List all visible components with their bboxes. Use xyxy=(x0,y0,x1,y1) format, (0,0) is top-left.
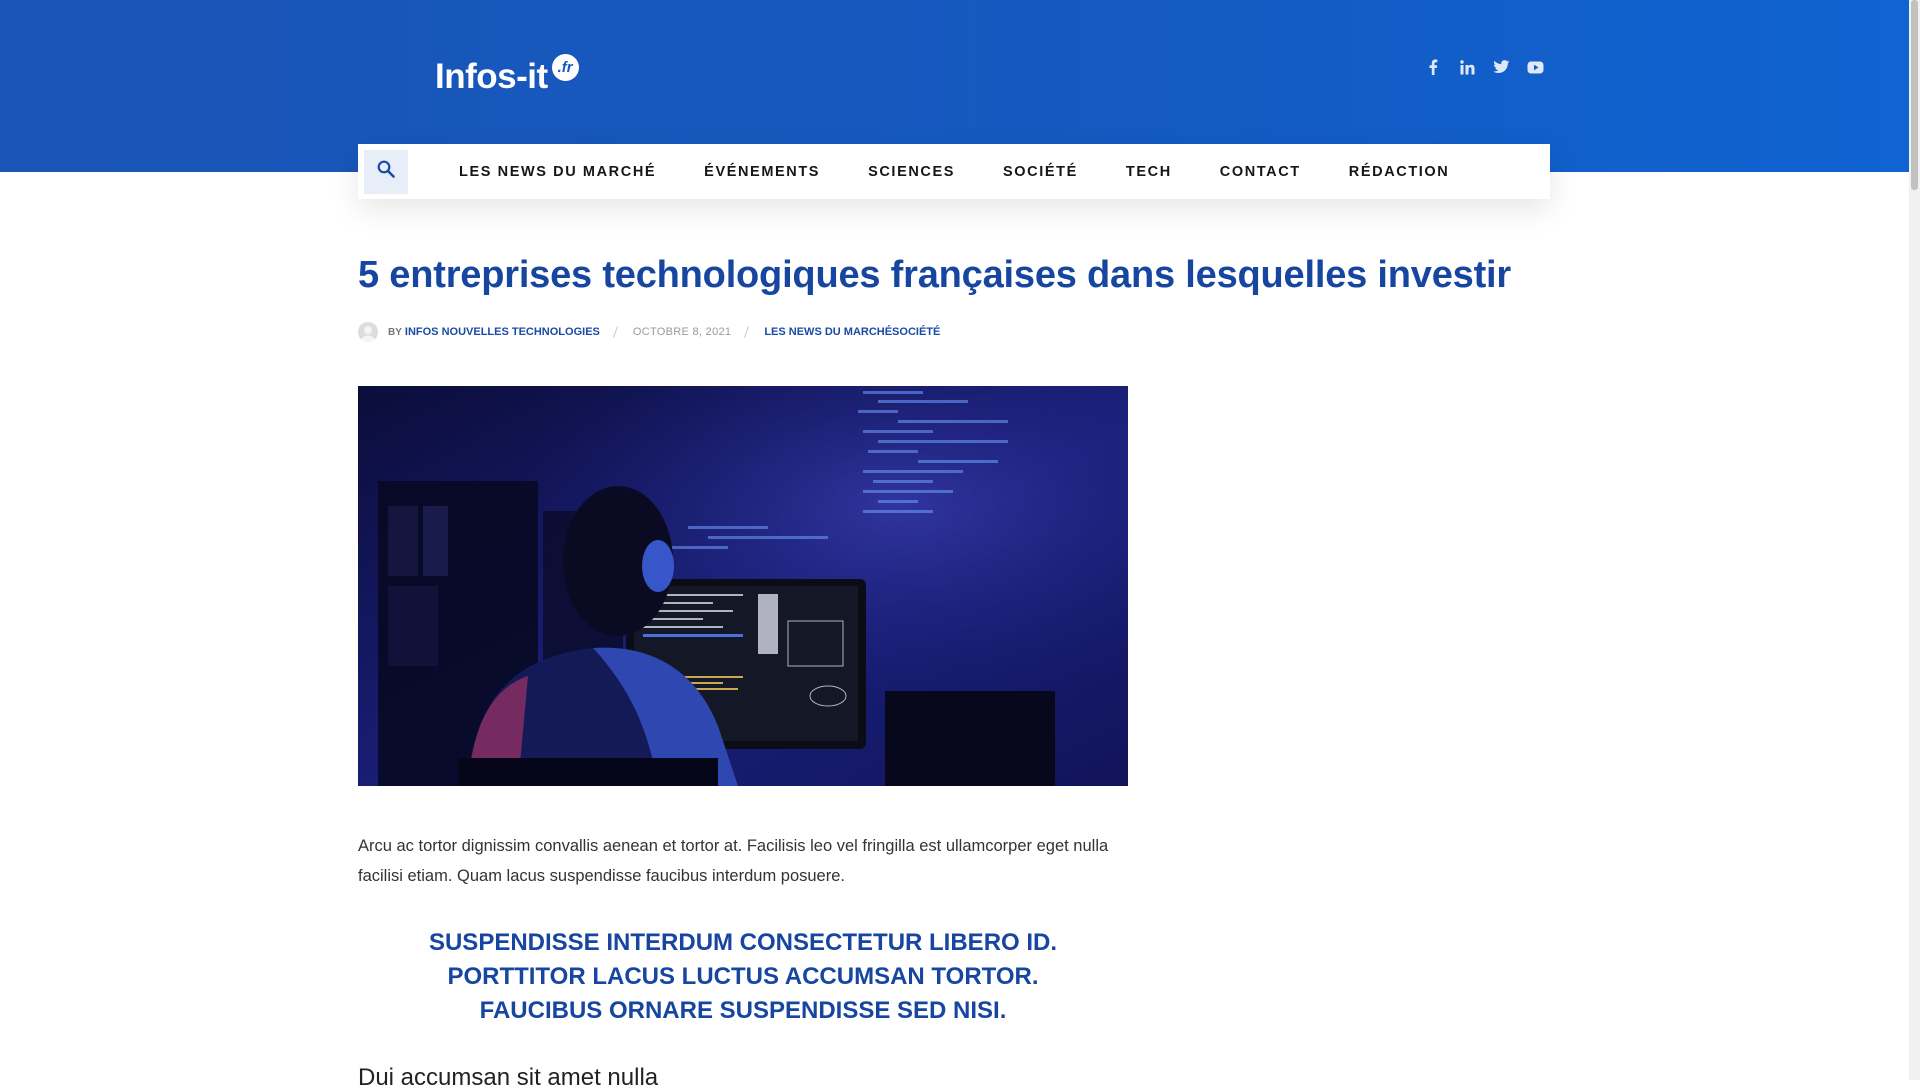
nav-item-contact[interactable]: CONTACT xyxy=(1220,164,1301,180)
main-nav: LES NEWS DU MARCHÉ ÉVÉNEMENTS SCIENCES S… xyxy=(358,144,1550,199)
nav-item-news-du-marche[interactable]: LES NEWS DU MARCHÉ xyxy=(459,164,656,180)
article-intro: Arcu ac tortor dignissim convallis aenea… xyxy=(358,837,1109,885)
article-title: 5 entreprises technologiques françaises … xyxy=(358,254,1511,296)
nav-item-redaction[interactable]: RÉDACTION xyxy=(1349,164,1450,180)
logo-badge: .fr xyxy=(551,54,579,81)
nav-menu: LES NEWS DU MARCHÉ ÉVÉNEMENTS SCIENCES S… xyxy=(459,164,1497,180)
page-scrollbar[interactable] xyxy=(1909,0,1920,1080)
nav-item-societe[interactable]: SOCIÉTÉ xyxy=(1003,164,1078,180)
author-link[interactable]: INFOS NOUVELLES TECHNOLOGIES xyxy=(405,326,600,338)
nav-item-sciences[interactable]: SCIENCES xyxy=(868,164,955,180)
linkedin-icon[interactable] xyxy=(1458,58,1476,76)
search-icon xyxy=(377,160,395,183)
hero-image xyxy=(358,386,1128,786)
article-meta: BY INFOS NOUVELLES TECHNOLOGIES OCTOBRE … xyxy=(358,322,940,342)
nav-item-evenements[interactable]: ÉVÉNEMENTS xyxy=(704,164,820,180)
highlight-line: PORTTITOR LACUS LUCTUS ACCUMSAN TORTOR. xyxy=(447,963,1039,990)
logo-text: Infos-it xyxy=(435,57,548,96)
article-highlight: SUSPENDISSE INTERDUM CONSECTETUR LIBERO … xyxy=(358,926,1128,1028)
highlight-line: SUSPENDISSE INTERDUM CONSECTETUR LIBERO … xyxy=(428,929,1058,956)
scrollbar-thumb[interactable] xyxy=(1911,0,1918,190)
article-next-paragraph: Dui accumsan sit amet nulla xyxy=(358,1064,659,1091)
meta-divider xyxy=(612,326,618,338)
category-links[interactable]: LES NEWS DU MARCHÉSOCIÉTÉ xyxy=(764,326,940,338)
youtube-icon[interactable] xyxy=(1526,58,1544,76)
nav-item-tech[interactable]: TECH xyxy=(1126,164,1172,180)
author-avatar xyxy=(358,322,378,342)
meta-by: BY xyxy=(388,326,402,338)
search-button[interactable] xyxy=(364,149,408,194)
publish-date: OCTOBRE 8, 2021 xyxy=(632,326,732,338)
social-links xyxy=(1424,58,1544,76)
highlight-line: FAUCIBUS ORNARE SUSPENDISSE SED NISI. xyxy=(479,997,1007,1024)
site-logo[interactable]: Infos-it .fr xyxy=(435,54,579,98)
facebook-icon[interactable] xyxy=(1424,58,1442,76)
meta-divider xyxy=(744,326,750,338)
twitter-icon[interactable] xyxy=(1492,58,1510,76)
